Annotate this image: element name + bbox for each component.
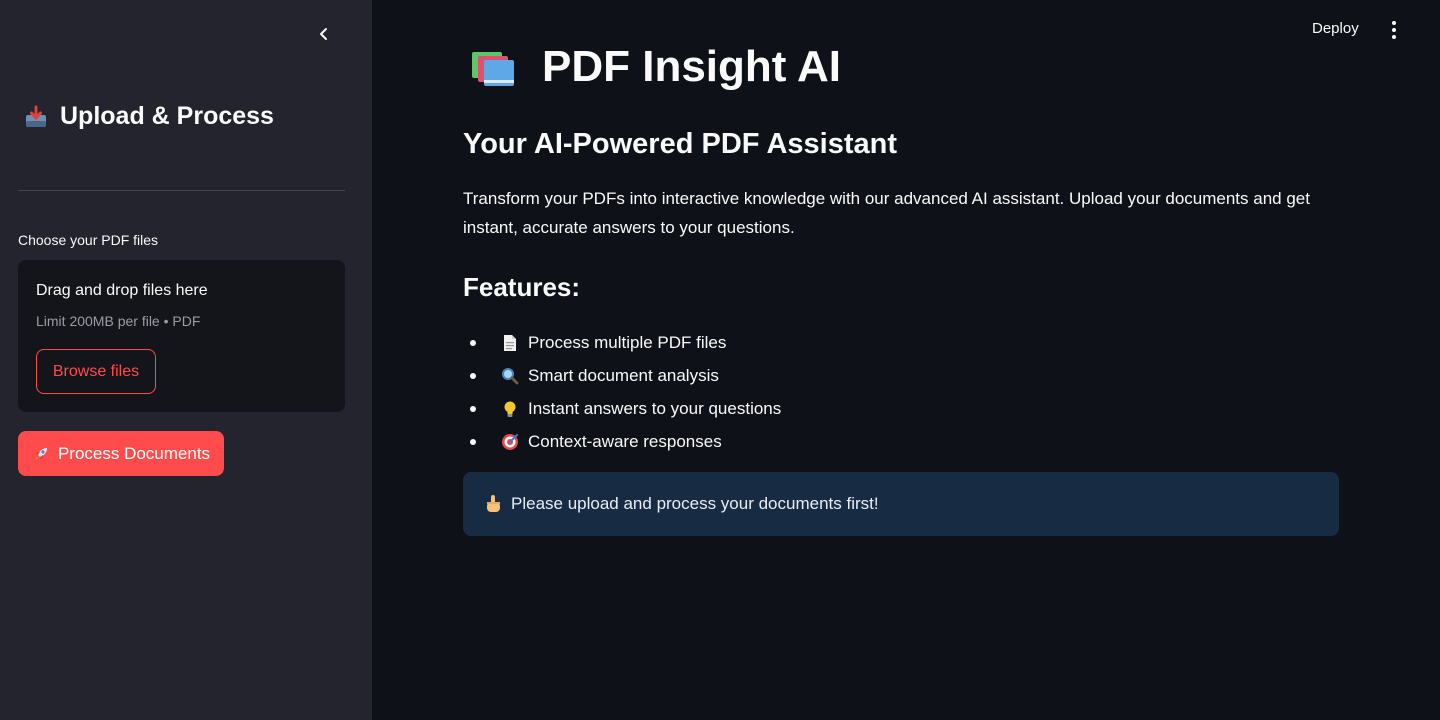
process-documents-label: Process Documents <box>57 443 211 463</box>
feature-label: Instant answers to your questions <box>528 398 782 418</box>
magnifier-icon <box>500 366 520 386</box>
bullet <box>470 339 476 346</box>
page-icon <box>500 333 520 353</box>
chevron-left-icon <box>320 28 327 40</box>
books-icon <box>472 52 514 86</box>
process-documents-button[interactable]: Process Documents <box>18 431 224 476</box>
bullet <box>470 405 476 412</box>
feature-label: Process multiple PDF files <box>528 332 727 352</box>
lightbulb-icon <box>500 399 520 419</box>
sidebar-divider <box>18 190 345 191</box>
features-heading: Features: <box>463 272 581 302</box>
feature-item: Instant answers to your questions <box>468 392 781 425</box>
kebab-dot <box>1392 21 1396 25</box>
feature-label: Smart document analysis <box>528 365 719 385</box>
info-message: Please upload and process your documents… <box>511 494 879 513</box>
inbox-tray-icon <box>26 105 46 127</box>
main-content: Deploy PDF Insight AI Your AI-Powered PD… <box>372 0 1440 720</box>
target-icon <box>500 432 520 452</box>
page-subtitle: Your AI-Powered PDF Assistant <box>463 128 897 160</box>
deploy-button[interactable]: Deploy <box>1312 20 1359 37</box>
app-root: Upload & Process Choose your PDF files D… <box>0 0 1440 720</box>
feature-item: Smart document analysis <box>468 359 781 392</box>
rocket-icon <box>34 447 47 460</box>
sidebar-heading-text: Upload & Process <box>60 102 274 130</box>
sidebar: Upload & Process Choose your PDF files D… <box>0 0 372 720</box>
dropzone-instructions: Drag and drop files here <box>36 282 208 299</box>
feature-label: Context-aware responses <box>528 431 722 451</box>
features-list: Process multiple PDF files Smart documen… <box>468 326 781 458</box>
file-uploader-label: Choose your PDF files <box>18 232 159 248</box>
dropzone-limit-text: Limit 200MB per file • PDF <box>36 313 201 329</box>
intro-paragraph: Transform your PDFs into interactive kno… <box>463 189 1310 237</box>
browse-files-button[interactable]: Browse files <box>36 349 156 394</box>
pointing-hand-icon <box>487 495 500 512</box>
page-title-text: PDF Insight AI <box>542 42 842 91</box>
main-menu-button[interactable] <box>1382 18 1406 42</box>
feature-item: Process multiple PDF files <box>468 326 781 359</box>
feature-item: Context-aware responses <box>468 425 781 458</box>
sidebar-heading: Upload & Process <box>24 102 274 131</box>
collapse-sidebar-button[interactable] <box>312 22 336 46</box>
file-dropzone[interactable]: Drag and drop files here Limit 200MB per… <box>18 260 345 412</box>
info-alert: Please upload and process your documents… <box>463 472 1339 536</box>
bullet <box>470 372 476 379</box>
bullet <box>470 438 476 445</box>
kebab-dot <box>1392 35 1396 39</box>
page-title: PDF Insight AI <box>470 42 841 92</box>
kebab-dot <box>1392 28 1396 32</box>
